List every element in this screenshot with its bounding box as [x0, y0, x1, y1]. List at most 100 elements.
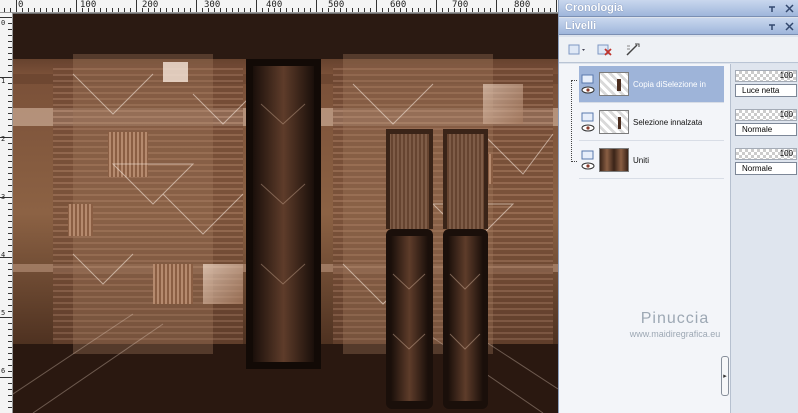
ruler-tick [226, 8, 227, 12]
ruler-tick [76, 0, 77, 12]
ruler-tick [8, 95, 12, 96]
ruler-tick [502, 8, 503, 12]
ruler-tick [0, 377, 12, 378]
layer-type-icon [581, 74, 594, 84]
layer-thumbnail [599, 148, 629, 172]
ruler-tick [190, 8, 191, 12]
ruler-tick [8, 383, 12, 384]
ruler-tick [8, 65, 12, 66]
ruler-tick [40, 8, 41, 12]
delete-layer-icon[interactable] [595, 41, 615, 59]
ruler-label: 2 [1, 135, 6, 143]
pin-icon[interactable] [765, 19, 779, 33]
ruler-tick [508, 8, 509, 12]
top-ruler: 0 100 200 300 400 500 600 700 800 [0, 0, 558, 13]
ruler-tick [8, 299, 12, 300]
ruler-tick [70, 8, 71, 12]
blend-column: 100 Luce netta 100 Normale 100 Normale [730, 64, 798, 413]
ruler-tick [250, 8, 251, 12]
ruler-tick [8, 269, 12, 270]
watermark-url: www.maidiregrafica.eu [629, 329, 721, 339]
layer-type-icon [581, 150, 594, 160]
ruler-tick [8, 191, 12, 192]
ruler-label: 5 [1, 309, 6, 317]
ruler-tick [8, 119, 12, 120]
layers-panel-titlebar[interactable]: Livelli [559, 18, 798, 35]
ruler-tick [8, 149, 12, 150]
ruler-tick [8, 287, 12, 288]
side-panels: Cronologia Livelli Copia diSelezione in … [558, 0, 798, 413]
ruler-tick [442, 8, 443, 12]
ruler-tick [8, 167, 12, 168]
eye-icon[interactable] [581, 86, 595, 94]
ruler-tick [8, 35, 12, 36]
ruler-tick [532, 8, 533, 12]
ruler-tick [46, 8, 47, 12]
layer-properties-icon[interactable] [623, 41, 643, 59]
layers-list: Copia diSelezione in Selezione innalzata [559, 64, 730, 413]
watermark-name: Pinuccia [640, 310, 710, 327]
ruler-tick [8, 353, 12, 354]
new-layer-icon[interactable] [567, 41, 587, 59]
ruler-tick [112, 8, 113, 12]
close-icon[interactable] [782, 19, 796, 33]
history-panel-titlebar[interactable]: Cronologia [559, 0, 798, 17]
ruler-tick [436, 0, 437, 12]
ruler-tick [538, 8, 539, 12]
blend-mode-select[interactable]: Normale [735, 162, 797, 175]
ruler-tick [8, 305, 12, 306]
ruler-tick [160, 8, 161, 12]
ruler-tick [376, 0, 377, 12]
ruler-tick [196, 0, 197, 12]
ruler-tick [8, 53, 12, 54]
ruler-tick [496, 0, 497, 12]
ruler-tick [8, 401, 12, 402]
ruler-tick [238, 8, 239, 12]
ruler-tick [316, 0, 317, 12]
ruler-tick [8, 341, 12, 342]
ruler-tick [8, 365, 12, 366]
ruler-tick [8, 89, 12, 90]
layer-row-uniti[interactable]: Uniti [579, 142, 724, 179]
eye-icon[interactable] [581, 124, 595, 132]
ruler-label: 800 [514, 0, 531, 10]
blend-mode-select[interactable]: Normale [735, 123, 797, 136]
ruler-tick [100, 8, 101, 12]
ruler-tick [8, 161, 12, 162]
layer-name: Uniti [633, 155, 650, 165]
opacity-slider[interactable]: 100 [735, 109, 797, 121]
eye-icon[interactable] [581, 162, 595, 170]
ruler-tick [424, 8, 425, 12]
ruler-tick [370, 8, 371, 12]
ruler-label: 3 [1, 193, 6, 201]
ruler-tick [166, 8, 167, 12]
close-icon[interactable] [782, 1, 796, 15]
image-canvas[interactable] [13, 14, 558, 413]
ruler-label: 1 [1, 77, 6, 85]
left-ruler: 01234567 [0, 13, 13, 413]
ruler-label: 0 [1, 19, 6, 27]
ruler-label: 500 [328, 0, 345, 10]
ruler-tick [8, 323, 12, 324]
layer-row-copia[interactable]: Copia diSelezione in [579, 66, 724, 103]
ruler-tick [364, 8, 365, 12]
blend-mode-select[interactable]: Luce netta [735, 84, 797, 97]
ruler-label: 700 [452, 0, 469, 10]
ruler-tick [244, 8, 245, 12]
ruler-tick [256, 0, 257, 12]
layer-row-selezione[interactable]: Selezione innalzata [579, 104, 724, 141]
opacity-slider[interactable]: 100 [735, 70, 797, 82]
ruler-tick [8, 29, 12, 30]
expand-arrow-icon[interactable]: ▸ [721, 356, 729, 396]
ruler-tick [8, 215, 12, 216]
ruler-tick [556, 0, 557, 12]
layer-thumbnail [599, 72, 629, 96]
ruler-tick [8, 335, 12, 336]
ruler-tick [8, 179, 12, 180]
ruler-tick [52, 8, 53, 12]
opacity-slider[interactable]: 100 [735, 148, 797, 160]
ruler-tick [8, 395, 12, 396]
ruler-tick [8, 275, 12, 276]
ruler-tick [448, 8, 449, 12]
pin-icon[interactable] [765, 1, 779, 15]
